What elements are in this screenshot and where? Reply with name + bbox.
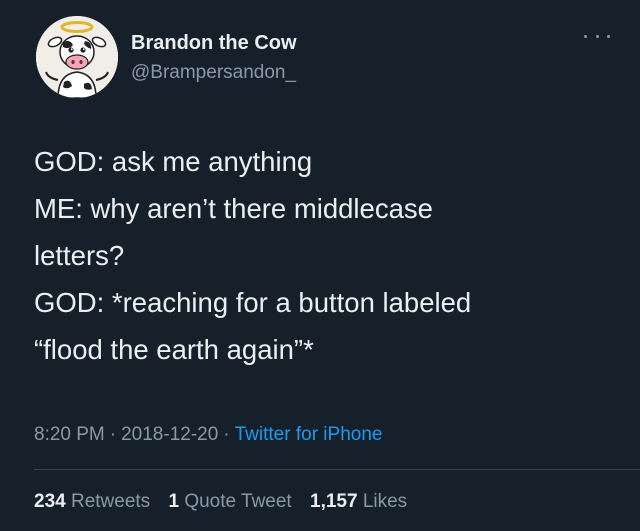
tweet-metadata: 8:20 PM · 2018-12-20 · Twitter for iPhone <box>34 424 382 446</box>
tweet-source-link[interactable]: Twitter for iPhone <box>235 424 383 445</box>
more-dot <box>595 34 599 38</box>
tweet-text: GOD: ask me anything ME: why aren’t ther… <box>34 138 614 373</box>
quote-tweets-stat[interactable]: 1 Quote Tweet <box>168 491 291 512</box>
retweets-count: 234 <box>34 491 66 512</box>
tweet-card: Brandon the Cow @Brampersandon_ GOD: ask… <box>0 0 640 531</box>
likes-stat[interactable]: 1,157 Likes <box>310 491 407 512</box>
meta-separator: · <box>109 424 117 445</box>
tweet-line: GOD: ask me anything <box>34 146 313 177</box>
more-dot <box>607 34 610 38</box>
likes-label: Likes <box>362 491 408 512</box>
likes-count: 1,157 <box>310 491 358 512</box>
retweets-label: Retweets <box>70 491 151 512</box>
more-options-icon[interactable] <box>584 28 610 44</box>
author-handle[interactable]: @Brampersandon_ <box>131 62 296 84</box>
meta-separator: · <box>223 424 230 445</box>
more-dot <box>584 34 587 38</box>
retweets-stat[interactable]: 234 Retweets <box>34 491 150 512</box>
halo-cow-avatar-icon[interactable] <box>36 16 118 98</box>
tweet-time[interactable]: 8:20 PM <box>34 424 105 445</box>
quote-tweets-count: 1 <box>168 491 180 512</box>
tweet-line: ME: why aren’t there middlecase <box>34 193 433 224</box>
author-display-name[interactable]: Brandon the Cow <box>131 32 297 55</box>
divider <box>34 469 640 470</box>
engagement-stats: 234 Retweets 1 Quote Tweet 1,157 Likes <box>34 491 420 513</box>
tweet-date[interactable]: 2018-12-20 <box>121 424 218 445</box>
quote-tweets-label: Quote Tweet <box>184 491 292 512</box>
tweet-line: GOD: *reaching for a button labeled <box>34 287 472 318</box>
tweet-line: “flood the earth again”* <box>34 334 314 365</box>
tweet-line: letters? <box>34 240 125 271</box>
